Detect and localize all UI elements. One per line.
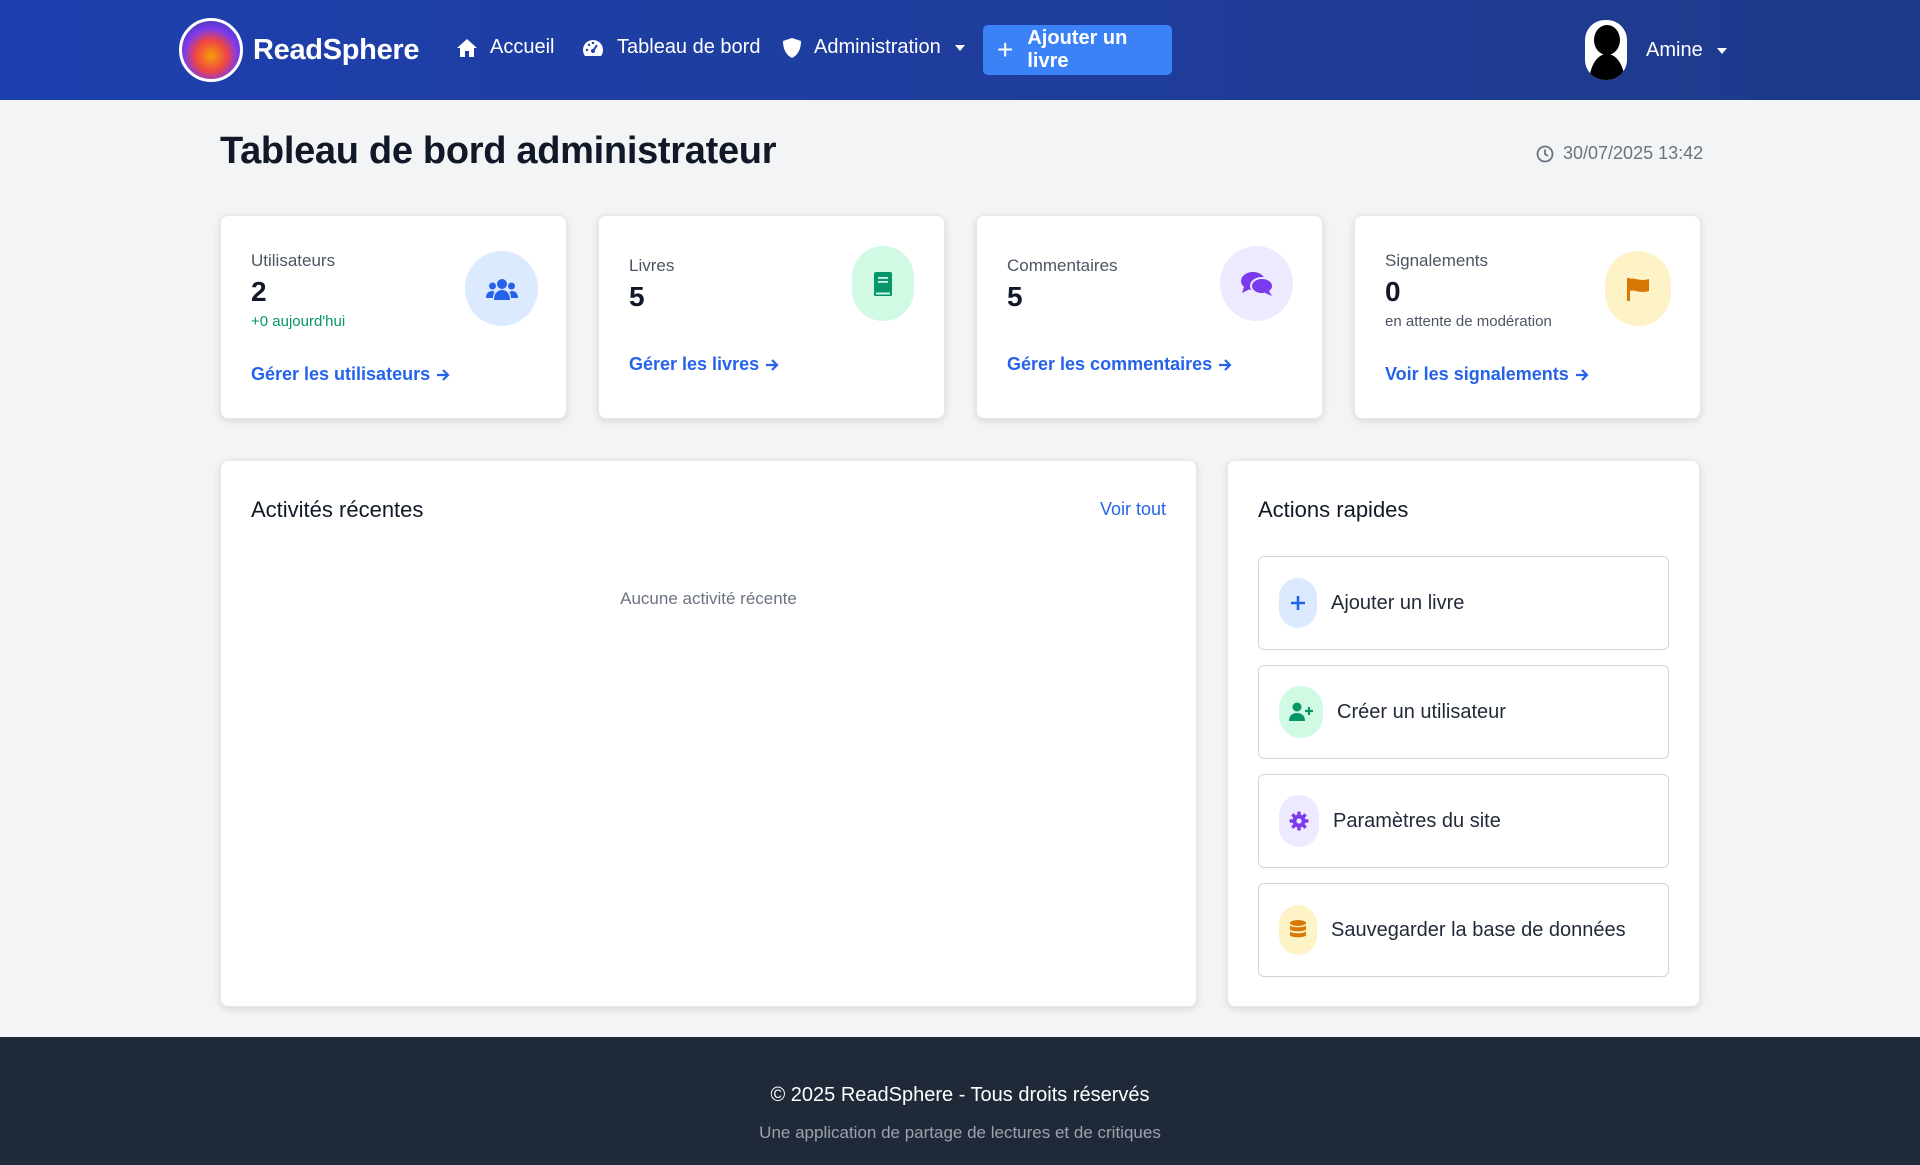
nav-dashboard[interactable]: Tableau de bord — [581, 36, 760, 59]
stat-label: Livres — [629, 256, 675, 275]
page-title: Tableau de bord administrateur — [220, 130, 777, 172]
avatar[interactable] — [1585, 20, 1627, 80]
quick-action-add-book[interactable]: Ajouter un livre — [1258, 556, 1669, 650]
flag-icon — [1605, 251, 1671, 326]
book-icon — [852, 246, 914, 321]
nav-administration-dropdown[interactable]: Administration — [782, 36, 965, 59]
stat-subtext: +0 aujourd'hui — [251, 313, 346, 330]
nav-administration-label: Administration — [814, 36, 941, 58]
stat-value: 5 — [1007, 281, 1023, 312]
quick-action-label: Paramètres du site — [1333, 809, 1501, 832]
quick-action-label: Créer un utilisateur — [1337, 700, 1506, 723]
footer: © 2025 ReadSphere - Tous droits réservés… — [0, 1037, 1920, 1165]
quick-action-site-settings[interactable]: Paramètres du site — [1258, 774, 1669, 868]
user-menu-dropdown[interactable]: Amine — [1646, 39, 1727, 62]
footer-copyright: © 2025 ReadSphere - Tous droits réservés — [770, 1084, 1150, 1106]
brand-name: ReadSphere — [253, 33, 420, 66]
manage-comments-link[interactable]: Gérer les commentaires — [1007, 354, 1233, 375]
manage-users-label: Gérer les utilisateurs — [251, 364, 431, 384]
plus-icon — [1279, 578, 1317, 628]
stat-value: 5 — [629, 281, 645, 312]
quick-action-create-user[interactable]: Créer un utilisateur — [1258, 665, 1669, 759]
brand-link[interactable]: ReadSphere — [179, 18, 420, 82]
arrow-right-icon — [437, 368, 450, 381]
quick-action-label: Sauvegarder la base de données — [1331, 918, 1626, 941]
readsphere-logo — [179, 18, 243, 82]
shield-icon — [783, 37, 801, 58]
chevron-down-icon — [1716, 47, 1727, 54]
manage-books-label: Gérer les livres — [629, 354, 760, 374]
stat-subtext: en attente de modération — [1385, 313, 1552, 330]
home-icon — [457, 38, 477, 57]
stat-card-reports: Signalements 0 en attente de modération … — [1354, 215, 1701, 419]
stat-card-books: Livres 5 Gérer les livres — [598, 215, 945, 419]
datetime-value: 30/07/2025 13:42 — [1563, 143, 1704, 163]
database-icon — [1279, 905, 1317, 955]
quick-action-backup-database[interactable]: Sauvegarder la base de données — [1258, 883, 1669, 977]
manage-users-link[interactable]: Gérer les utilisateurs — [251, 364, 451, 385]
stat-value: 0 — [1385, 276, 1401, 307]
quick-action-label: Ajouter un livre — [1331, 591, 1465, 614]
quick-actions-panel: Actions rapides Ajouter un livre Créer u… — [1227, 460, 1700, 1007]
chevron-down-icon — [954, 44, 965, 51]
add-book-label: Ajouter un livre — [1027, 27, 1128, 72]
nav-home[interactable]: Accueil — [456, 36, 554, 59]
quick-actions-title: Actions rapides — [1258, 497, 1409, 522]
users-icon — [465, 251, 538, 326]
recent-activities-title: Activités récentes — [251, 497, 424, 522]
nav-home-label: Accueil — [490, 36, 555, 58]
stat-label: Signalements — [1385, 251, 1489, 270]
empty-activities-message: Aucune activité récente — [620, 589, 797, 608]
view-reports-label: Voir les signalements — [1385, 364, 1569, 384]
stat-value: 2 — [251, 276, 267, 307]
user-name: Amine — [1646, 39, 1703, 61]
manage-comments-label: Gérer les commentaires — [1007, 354, 1213, 374]
nav-dashboard-label: Tableau de bord — [617, 36, 761, 58]
clock-icon — [1536, 145, 1554, 162]
comments-icon — [1220, 246, 1293, 321]
gear-icon — [1279, 795, 1319, 847]
add-book-button[interactable]: + Ajouter un livre — [983, 25, 1172, 75]
stat-label: Utilisateurs — [251, 251, 336, 270]
arrow-right-icon — [1575, 368, 1589, 381]
stat-label: Commentaires — [1007, 256, 1118, 275]
datetime: 30/07/2025 13:42 — [1536, 143, 1703, 164]
stat-card-comments: Commentaires 5 Gérer les commentaires — [976, 215, 1323, 419]
footer-tagline: Une application de partage de lectures e… — [759, 1123, 1161, 1142]
user-plus-icon — [1279, 686, 1323, 738]
recent-activities-panel: Activités récentes Voir tout Aucune acti… — [220, 460, 1197, 1007]
arrow-right-icon — [1219, 358, 1232, 371]
see-all-link[interactable]: Voir tout — [1100, 499, 1166, 520]
arrow-right-icon — [766, 358, 779, 371]
view-reports-link[interactable]: Voir les signalements — [1385, 364, 1590, 385]
gauge-icon — [583, 39, 603, 56]
manage-books-link[interactable]: Gérer les livres — [629, 354, 780, 375]
plus-icon: + — [997, 34, 1014, 65]
top-navbar: ReadSphere Accueil Tableau de bord Admin… — [0, 0, 1920, 100]
stat-card-users: Utilisateurs 2 +0 aujourd'hui Gérer les … — [220, 215, 567, 419]
